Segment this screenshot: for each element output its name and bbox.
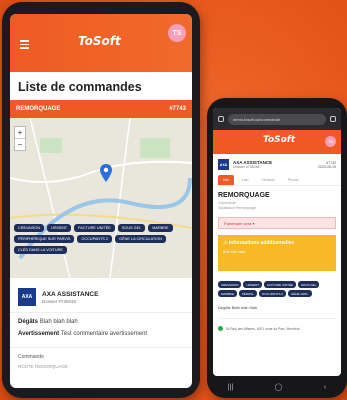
order-row[interactable]: REMORQUAGE #7743 [10, 100, 192, 118]
home-button-icon[interactable]: ◯ [275, 383, 283, 391]
page-title: Liste de commandes [18, 80, 142, 94]
tag-chip: Facture unitée [264, 281, 296, 288]
tag-list: Crevaison Urgent Facture unitée Sous gel… [14, 224, 188, 254]
address-text: St-Paul des Affaires, 4001 route du Parc… [226, 326, 300, 331]
map-roads [10, 118, 192, 278]
client-card[interactable]: AXA AXA ASSISTANCE Dossier #735048 #7743… [213, 154, 341, 175]
tag-chip: Gêne circ. [287, 290, 312, 297]
tab-bar: Info Lieu Véhicule Photos [213, 175, 341, 186]
url-field[interactable]: demo.tosoft.ca/commande [228, 113, 326, 125]
tag-chip: Gêne la circulation [115, 235, 166, 243]
info-body: Blah blah blah [223, 250, 246, 254]
client-dossier: Dossier #735048 [233, 165, 260, 169]
tag-chip: Périphérique sur parvis [14, 235, 75, 243]
avatar[interactable]: TS [325, 136, 336, 147]
map-zoom-control: + − [14, 126, 26, 151]
location-dot-icon [218, 326, 223, 331]
field-label: Avertissement [18, 331, 60, 337]
tag-chip: Occupants 2 [77, 235, 113, 243]
client-logo: AXA [218, 159, 229, 170]
menu-icon[interactable] [20, 40, 29, 49]
order-meta: #7743 2023-06-19 [318, 161, 336, 169]
additional-info-card: ⚠ Informations additionnelles Blah blah … [218, 235, 336, 271]
order-id: #7743 [169, 106, 186, 112]
map-pin-icon[interactable] [100, 164, 112, 182]
back-icon[interactable]: ‹ [324, 384, 326, 391]
detail-field: Dégâts Blah blah blah [218, 305, 258, 310]
order-date: 2023-06-19 [318, 164, 336, 169]
phone-app-bar: ToSoft TS [213, 130, 341, 154]
divider [218, 318, 336, 319]
tag-chip: Marbre [218, 290, 237, 297]
home-icon[interactable] [218, 116, 224, 122]
tag-chip: Urgent [243, 281, 263, 288]
client-card[interactable]: AXA AXA ASSISTANCE Dossier #735048 [10, 278, 192, 313]
zoom-in-button[interactable]: + [15, 127, 25, 139]
tag-chip: Crevaison [218, 281, 242, 288]
status-dropdown[interactable]: Partenaire sera ▾ [218, 217, 336, 229]
order-section: Commande ROUTE REMORQUAGE [10, 347, 192, 375]
tab-info[interactable]: Info [218, 175, 234, 185]
tabs-icon[interactable] [330, 116, 336, 122]
tab-lieu[interactable]: Lieu [237, 175, 254, 185]
field-label: Dégâts [18, 319, 39, 325]
app-logo[interactable]: ToSoft [263, 135, 295, 145]
client-logo: AXA [18, 288, 36, 306]
field-value: Test commentaire avertissement [60, 331, 148, 337]
field-value: Blah blah blah [39, 319, 78, 325]
service-sub: Assistance Remorquage [218, 206, 257, 210]
phone-screen: demo.tosoft.ca/commande ToSoft TS AXA AX… [213, 108, 341, 376]
section-value: ROUTE REMORQUAGE [18, 364, 69, 369]
tag-list: Crevaison Urgent Facture unitée Sous gel… [213, 277, 341, 301]
android-nav-bar: ||| ◯ ‹ [207, 382, 347, 392]
client-name: AXA ASSISTANCE [42, 290, 99, 298]
tag-chip: Facture unitée [74, 224, 115, 232]
tablet-app-bar: ToSoft TS [10, 14, 192, 72]
tag-chip: Sous gel [297, 281, 320, 288]
avatar[interactable]: TS [168, 24, 186, 42]
tablet-screen: ToSoft TS Liste de commandes REMORQUAGE … [10, 14, 192, 388]
info-title: ⚠ Informations additionnelles [223, 240, 295, 246]
tab-photos[interactable]: Photos [283, 175, 304, 185]
tag-chip: Occupants 2 [258, 290, 286, 297]
recents-icon[interactable]: ||| [228, 384, 233, 391]
section-label: Commande [18, 354, 44, 360]
phone-device: demo.tosoft.ca/commande ToSoft TS AXA AX… [207, 98, 347, 398]
tag-chip: Urgent [47, 224, 72, 232]
browser-bar: demo.tosoft.ca/commande [213, 108, 341, 130]
tab-vehicule[interactable]: Véhicule [256, 175, 279, 185]
client-dossier: Dossier #735048 [42, 298, 77, 304]
tag-chip: Sous gel [117, 224, 146, 232]
tag-chip: Clés dans la voiture [14, 246, 67, 254]
tag-chip: Crevaison [14, 224, 45, 232]
detail-field: Avertissement Test commentaire avertisse… [10, 325, 192, 337]
tablet-device: ToSoft TS Liste de commandes REMORQUAGE … [2, 2, 200, 398]
service-type: REMORQUAGE [218, 192, 270, 199]
address-row[interactable]: St-Paul des Affaires, 4001 route du Parc… [213, 323, 341, 334]
tag-chip: Périph. [238, 290, 257, 297]
detail-field: Dégâts Blah blah blah [10, 313, 192, 325]
map-view[interactable]: + − Crevaison Urgent Facture unitée Sous… [10, 118, 192, 278]
tag-chip: Marbre [148, 224, 173, 232]
app-logo[interactable]: ToSoft [78, 34, 121, 48]
zoom-out-button[interactable]: − [15, 139, 25, 150]
order-type: REMORQUAGE [16, 106, 61, 112]
